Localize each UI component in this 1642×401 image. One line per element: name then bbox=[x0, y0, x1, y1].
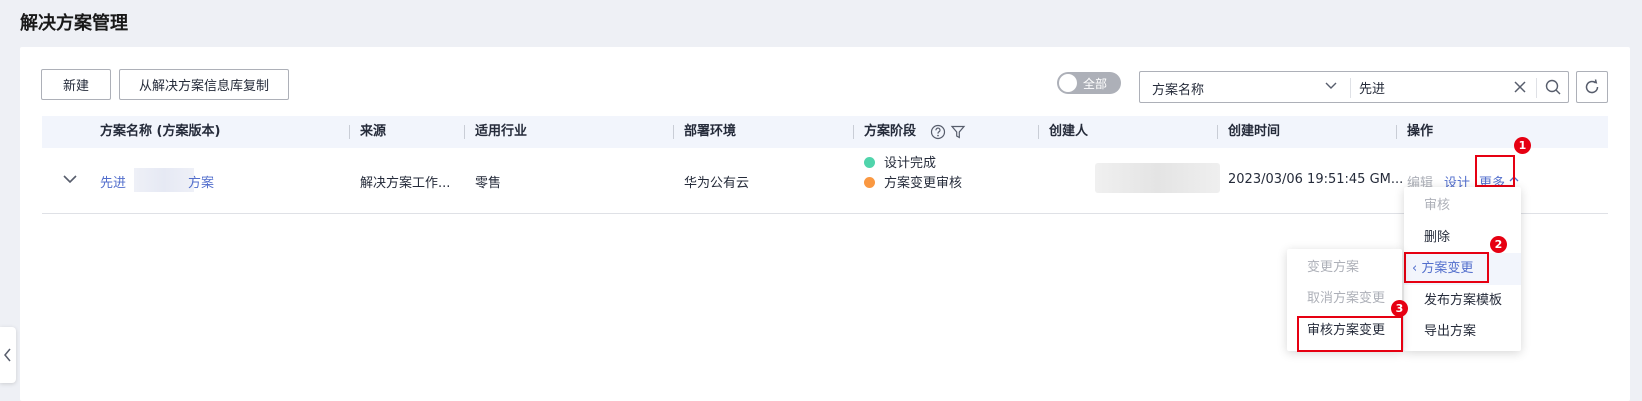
header-env: 部署环境 bbox=[684, 124, 737, 139]
search-divider-2 bbox=[1536, 78, 1537, 98]
help-icon[interactable] bbox=[930, 124, 946, 140]
expand-chevron-icon[interactable] bbox=[62, 171, 78, 187]
menu-item-export[interactable]: 导出方案 bbox=[1404, 316, 1521, 348]
source-cell: 解决方案工作... bbox=[360, 176, 451, 191]
filter-icon[interactable] bbox=[950, 124, 966, 140]
header-created-at: 创建时间 bbox=[1228, 124, 1281, 139]
step-badge-3: 3 bbox=[1391, 300, 1408, 317]
search-input[interactable] bbox=[1359, 76, 1509, 98]
submenu-item-cancel-change[interactable]: 取消方案变更 bbox=[1287, 283, 1402, 315]
highlight-solution-change bbox=[1404, 252, 1489, 283]
header-separator bbox=[1038, 125, 1039, 139]
env-cell: 华为公有云 bbox=[684, 176, 750, 191]
step-badge-1: 1 bbox=[1514, 137, 1531, 154]
highlight-review-change bbox=[1297, 316, 1403, 352]
page-title: 解决方案管理 bbox=[20, 13, 128, 34]
stage-1-label: 设计完成 bbox=[884, 156, 937, 171]
table-header: 方案名称 (方案版本) 来源 适用行业 部署环境 方案阶段 创建人 创建时间 操… bbox=[42, 116, 1608, 148]
chevron-left-icon bbox=[4, 348, 11, 362]
search-divider bbox=[1350, 78, 1351, 98]
header-separator bbox=[1396, 125, 1397, 139]
copy-from-library-button[interactable]: 从解决方案信息库复制 bbox=[119, 69, 289, 100]
header-separator bbox=[464, 125, 465, 139]
refresh-button[interactable] bbox=[1576, 71, 1608, 103]
header-creator: 创建人 bbox=[1049, 124, 1089, 139]
solution-name-link-end[interactable]: 方案 bbox=[188, 172, 214, 191]
close-icon[interactable] bbox=[1511, 78, 1529, 96]
all-toggle[interactable]: 全部 bbox=[1057, 72, 1121, 94]
search-box: 方案名称 bbox=[1139, 71, 1569, 103]
side-collapse-tab[interactable] bbox=[0, 327, 16, 383]
chevron-down-icon[interactable] bbox=[1323, 75, 1339, 95]
search-field-select[interactable]: 方案名称 bbox=[1152, 79, 1204, 98]
header-actions: 操作 bbox=[1407, 124, 1434, 139]
solution-name-link-start[interactable]: 先进 bbox=[100, 172, 126, 191]
redacted-creator bbox=[1095, 163, 1220, 193]
header-stage: 方案阶段 bbox=[864, 124, 917, 139]
menu-item-review[interactable]: 审核 bbox=[1404, 190, 1521, 222]
stage-cell: 设计完成 方案变更审核 bbox=[864, 154, 962, 194]
table-row: 先进 方案 解决方案工作... 零售 华为公有云 设计完成 方案变更审核 202… bbox=[42, 148, 1608, 214]
header-separator bbox=[349, 125, 350, 139]
highlight-more bbox=[1475, 155, 1515, 187]
refresh-icon bbox=[1585, 79, 1599, 94]
search-icon[interactable] bbox=[1544, 78, 1562, 96]
redacted-name bbox=[134, 168, 194, 192]
new-button[interactable]: 新建 bbox=[41, 69, 111, 100]
industry-cell: 零售 bbox=[475, 176, 502, 191]
header-separator bbox=[673, 125, 674, 139]
created-at-cell: 2023/03/06 19:51:45 GM... bbox=[1228, 172, 1404, 187]
toggle-knob bbox=[1059, 74, 1077, 92]
header-separator bbox=[1217, 125, 1218, 139]
stage-dot-complete bbox=[864, 157, 875, 168]
stage-dot-review bbox=[864, 177, 875, 188]
menu-item-publish-template[interactable]: 发布方案模板 bbox=[1404, 285, 1521, 317]
header-separator bbox=[853, 125, 854, 139]
submenu-item-change[interactable]: 变更方案 bbox=[1287, 252, 1402, 284]
header-name: 方案名称 (方案版本) bbox=[100, 124, 221, 139]
step-badge-2: 2 bbox=[1490, 236, 1507, 253]
header-source: 来源 bbox=[360, 124, 387, 139]
toggle-label: 全部 bbox=[1083, 76, 1108, 91]
stage-2-label: 方案变更审核 bbox=[884, 176, 963, 191]
header-industry: 适用行业 bbox=[475, 124, 528, 139]
